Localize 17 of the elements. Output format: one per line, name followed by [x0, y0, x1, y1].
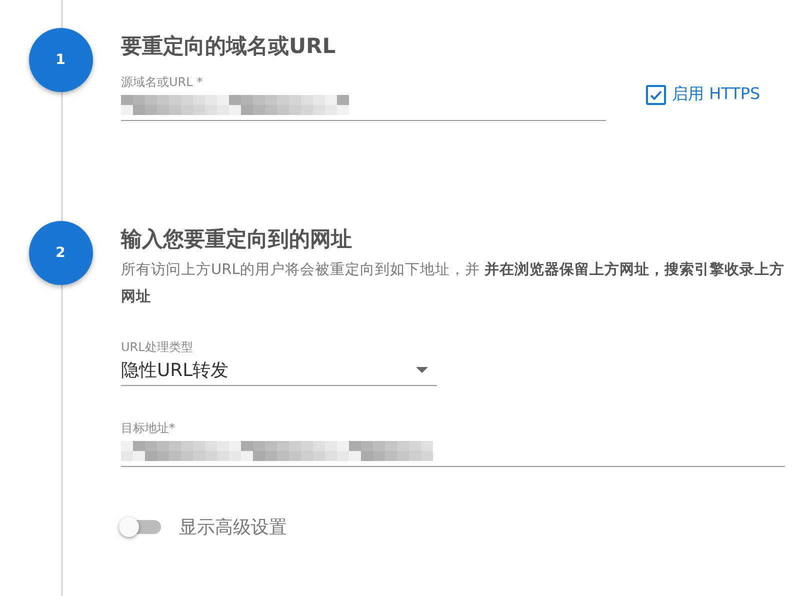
description: 所有访问上方URL的用户将会被重定向到如下地址，并 并在浏览器保留上方网址，搜索引擎收录上方网址 — [121, 260, 786, 307]
field-label: URL处理类型 — [121, 339, 194, 355]
step-number: 1 — [28, 28, 92, 92]
toggle-label: 显示高级设置 — [179, 516, 287, 539]
field-value: 隐性URL转发 — [121, 359, 230, 382]
field-label: 目标地址* — [121, 420, 176, 436]
checkbox-label[interactable]: 启用 HTTPS — [672, 84, 760, 105]
input-field[interactable]: 目标地址* — [121, 420, 785, 467]
checkbox[interactable] — [646, 84, 666, 104]
toggle-switch[interactable] — [121, 520, 161, 534]
field-label: 源域名或URL * — [121, 74, 204, 90]
step-title: 要重定向的域名或URL — [121, 33, 337, 60]
caret-icon — [416, 367, 428, 373]
step-number: 2 — [28, 221, 92, 285]
step-title: 输入您要重定向到的网址 — [121, 226, 353, 253]
select-field[interactable]: URL处理类型 隐性URL转发 — [121, 339, 437, 386]
input-field[interactable]: 源域名或URL * — [121, 74, 606, 121]
